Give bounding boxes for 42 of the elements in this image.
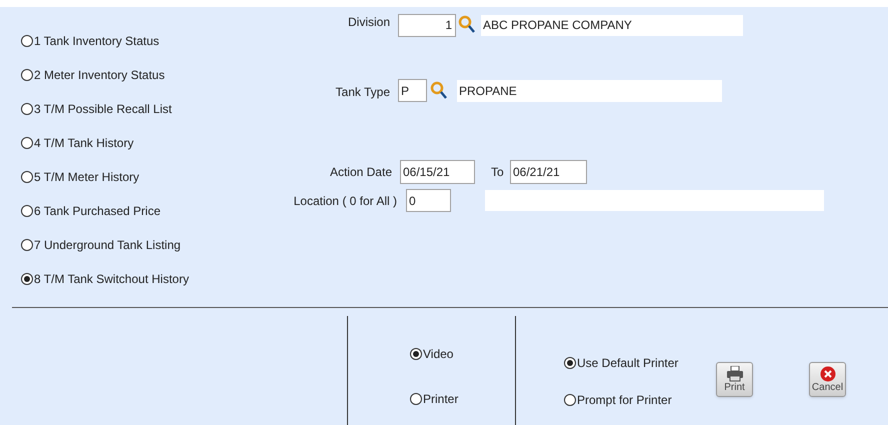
option-label[interactable]: 1 Tank Inventory Status: [34, 32, 160, 50]
option-label[interactable]: 4 T/M Tank History: [34, 134, 134, 152]
to-label: To: [491, 164, 505, 181]
search-icon[interactable]: [430, 80, 448, 100]
field-label: Tank Type: [334, 84, 391, 101]
radio-button[interactable]: [410, 348, 422, 360]
radio-button[interactable]: [21, 103, 33, 115]
cancel-icon: [820, 366, 836, 382]
radio-button[interactable]: [21, 205, 33, 217]
option-label[interactable]: 2 Meter Inventory Status: [34, 66, 165, 84]
printer-icon: [726, 366, 744, 382]
division-name: ABC PROPANE COMPANY: [481, 14, 743, 36]
radio-button[interactable]: [410, 392, 422, 404]
tank-type-name: PROPANE: [457, 80, 722, 102]
option-label[interactable]: 6 Tank Purchased Price: [34, 202, 161, 220]
to-date-field[interactable]: 06/21/21: [510, 160, 587, 184]
cancel-button[interactable]: Cancel: [809, 362, 846, 397]
option-label[interactable]: 7 Underground Tank Listing: [34, 236, 181, 254]
radio-button[interactable]: [21, 239, 33, 251]
field-label: Action Date: [328, 164, 393, 181]
option-label[interactable]: Printer: [423, 390, 458, 408]
location-field[interactable]: 0: [406, 189, 451, 212]
search-icon[interactable]: [458, 15, 476, 35]
option-label[interactable]: Prompt for Printer: [577, 390, 672, 408]
option-label[interactable]: 5 T/M Meter History: [34, 168, 140, 186]
option-label[interactable]: 3 T/M Possible Recall List: [34, 100, 172, 118]
tank-type-field[interactable]: P: [398, 79, 427, 102]
radio-button[interactable]: [21, 69, 33, 81]
option-label[interactable]: Use Default Printer: [577, 354, 678, 372]
print-button[interactable]: Print: [716, 362, 753, 397]
from-date-field[interactable]: 06/15/21: [400, 160, 475, 184]
option-label[interactable]: 8 T/M Tank Switchout History: [34, 270, 189, 288]
radio-button[interactable]: [21, 273, 33, 285]
radio-button[interactable]: [21, 137, 33, 149]
radio-button[interactable]: [21, 171, 33, 183]
radio-button[interactable]: [21, 35, 33, 47]
field-label: Location ( 0 for All ): [292, 192, 398, 210]
radio-button[interactable]: [564, 356, 576, 368]
radio-button[interactable]: [564, 394, 576, 406]
field-label: Division: [346, 14, 391, 31]
division-field[interactable]: 1: [398, 14, 456, 36]
option-label[interactable]: Video: [423, 344, 454, 362]
